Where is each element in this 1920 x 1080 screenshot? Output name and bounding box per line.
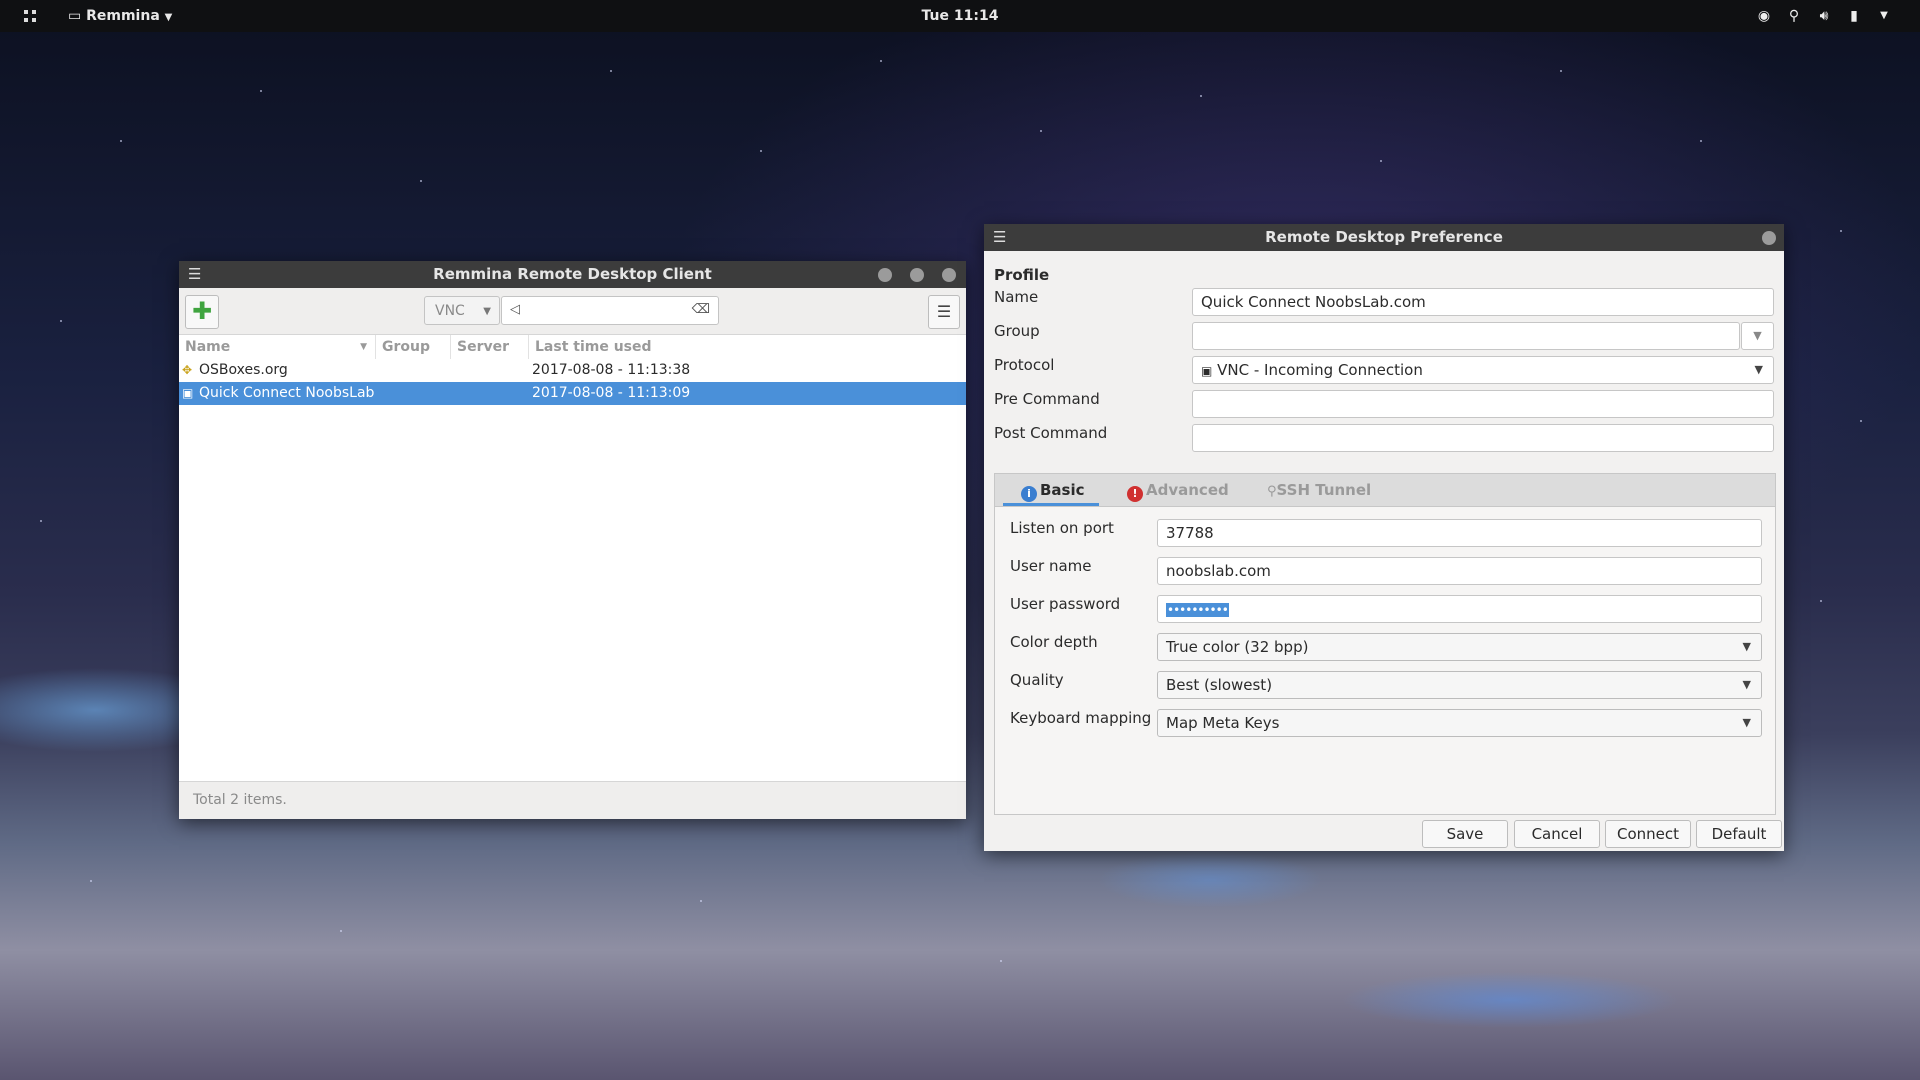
protocol-selector[interactable]: VNC ▼: [424, 296, 500, 325]
new-connection-button[interactable]: ✚: [185, 295, 219, 329]
tab-advanced-label: Advanced: [1146, 481, 1229, 499]
post-command-field[interactable]: [1192, 424, 1774, 452]
protocol-select[interactable]: ▣ VNC - Incoming Connection ▼: [1192, 356, 1774, 384]
group-label: Group: [994, 322, 1040, 340]
main-window: ☰ Remmina Remote Desktop Client ✚ VNC ▼ …: [179, 261, 966, 819]
keymap-value: Map Meta Keys: [1166, 714, 1280, 732]
system-tray[interactable]: ◉ ⚲ 🔊︎ ▮ ▼: [1756, 0, 1892, 32]
group-field[interactable]: [1192, 322, 1740, 350]
pre-command-field[interactable]: [1192, 390, 1774, 418]
column-headers: Name ▼ Group Server Last time used: [179, 335, 966, 359]
quality-label: Quality: [1010, 671, 1064, 689]
connect-button[interactable]: Connect: [1605, 820, 1691, 848]
maximize-button[interactable]: [910, 268, 924, 282]
menu-icon: ☰: [936, 302, 952, 321]
window-menu-icon[interactable]: ☰: [188, 261, 201, 288]
chevron-down-icon: ▼: [483, 306, 491, 317]
port-label: Listen on port: [1010, 519, 1114, 537]
top-bar: ▭ Remmina ▼ Tue 11:14 ◉ ⚲ 🔊︎ ▮ ▼: [0, 0, 1920, 32]
network-icon[interactable]: ⚲: [1786, 0, 1802, 32]
name-field[interactable]: Quick Connect NoobsLab.com: [1192, 288, 1774, 316]
quality-select[interactable]: Best (slowest) ▼: [1157, 671, 1762, 699]
volume-icon[interactable]: 🔊︎: [1816, 0, 1832, 32]
favorite-connection-icon: ✥: [182, 363, 193, 377]
info-icon: i: [1021, 486, 1037, 502]
keymap-label: Keyboard mapping: [1010, 709, 1152, 727]
chevron-down-icon: ▼: [1742, 716, 1751, 729]
status-bar: Total 2 items.: [179, 781, 966, 819]
protocol-label: Protocol: [994, 356, 1055, 374]
window-menu-icon[interactable]: ☰: [993, 224, 1006, 251]
main-toolbar: ✚ VNC ▼ ◁ ⌫ ☰: [179, 288, 966, 335]
clear-icon[interactable]: ⌫: [692, 302, 710, 317]
chevron-down-icon: ▼: [1753, 329, 1762, 342]
plus-icon: ✚: [191, 297, 213, 325]
close-button[interactable]: [942, 268, 956, 282]
protocol-selector-label: VNC: [435, 303, 465, 319]
tab-basic[interactable]: i Basic: [1003, 474, 1099, 506]
profile-heading: Profile: [994, 266, 1050, 284]
main-titlebar[interactable]: ☰ Remmina Remote Desktop Client: [179, 261, 966, 288]
keymap-select[interactable]: Map Meta Keys ▼: [1157, 709, 1762, 737]
connect-icon: ◁: [510, 302, 520, 317]
settings-notebook: i Basic ! Advanced ⚲SSH Tunnel Listen on p…: [994, 473, 1776, 815]
warning-icon: !: [1127, 486, 1143, 502]
connection-list: Name ▼ Group Server Last time used ✥ OSB…: [179, 335, 966, 782]
username-label: User name: [1010, 557, 1092, 575]
clock[interactable]: Tue 11:14: [0, 0, 1920, 32]
row-name: OSBoxes.org: [199, 362, 288, 378]
username-field[interactable]: noobslab.com: [1157, 557, 1762, 585]
default-button[interactable]: Default: [1696, 820, 1782, 848]
sort-arrow-icon: ▼: [360, 342, 367, 352]
battery-icon[interactable]: ▮: [1846, 0, 1862, 32]
power-menu-icon[interactable]: ▼: [1876, 0, 1892, 32]
tab-advanced[interactable]: ! Advanced: [1127, 474, 1229, 506]
table-row[interactable]: ▣ Quick Connect NoobsLab 2017-08-08 - 11…: [179, 382, 966, 405]
hamburger-menu-button[interactable]: ☰: [928, 295, 960, 329]
pref-titlebar[interactable]: ☰ Remote Desktop Preference: [984, 224, 1784, 251]
row-last-used: 2017-08-08 - 11:13:09: [532, 385, 691, 401]
color-depth-label: Color depth: [1010, 633, 1098, 651]
tab-ssh-label: SSH Tunnel: [1276, 481, 1372, 499]
name-label: Name: [994, 288, 1039, 306]
preference-dialog: ☰ Remote Desktop Preference Profile Name…: [984, 224, 1784, 851]
column-header-server[interactable]: Server: [451, 335, 529, 359]
password-value: ••••••••••: [1166, 603, 1229, 617]
save-button[interactable]: Save: [1422, 820, 1508, 848]
chevron-down-icon: ▼: [1754, 363, 1763, 376]
tab-ssh-tunnel[interactable]: ⚲SSH Tunnel: [1267, 474, 1371, 506]
row-name: Quick Connect NoobsLab: [199, 385, 375, 401]
password-label: User password: [1010, 595, 1121, 613]
table-row[interactable]: ✥ OSBoxes.org 2017-08-08 - 11:13:38: [179, 359, 966, 382]
pref-window-title: Remote Desktop Preference: [1265, 228, 1503, 246]
main-window-title: Remmina Remote Desktop Client: [433, 265, 712, 283]
pre-command-label: Pre Command: [994, 390, 1100, 408]
close-button[interactable]: [1762, 231, 1776, 245]
color-depth-select[interactable]: True color (32 bpp) ▼: [1157, 633, 1762, 661]
protocol-select-value: VNC - Incoming Connection: [1217, 361, 1423, 379]
cancel-button[interactable]: Cancel: [1514, 820, 1600, 848]
tab-bar: i Basic ! Advanced ⚲SSH Tunnel: [995, 474, 1775, 507]
vnc-icon: ▣: [1201, 364, 1213, 378]
search-icon: ⚲: [1267, 484, 1277, 499]
chevron-down-icon: ▼: [1742, 678, 1751, 691]
quality-value: Best (slowest): [1166, 676, 1273, 694]
settings-icon[interactable]: ◉: [1756, 0, 1772, 32]
group-dropdown-button[interactable]: ▼: [1741, 322, 1774, 350]
minimize-button[interactable]: [878, 268, 892, 282]
port-field[interactable]: 37788: [1157, 519, 1762, 547]
color-depth-value: True color (32 bpp): [1166, 638, 1309, 656]
column-header-last-used[interactable]: Last time used: [529, 335, 966, 359]
post-command-label: Post Command: [994, 424, 1108, 442]
password-field[interactable]: ••••••••••: [1157, 595, 1762, 623]
column-header-name-label: Name: [185, 339, 231, 355]
chevron-down-icon: ▼: [1742, 640, 1751, 653]
row-last-used: 2017-08-08 - 11:13:38: [532, 362, 691, 378]
column-header-name[interactable]: Name ▼: [179, 335, 376, 359]
column-header-group[interactable]: Group: [376, 335, 451, 359]
quick-connect-input[interactable]: ◁ ⌫: [501, 296, 719, 325]
tab-basic-label: Basic: [1040, 481, 1085, 499]
connection-icon: ▣: [182, 386, 194, 400]
